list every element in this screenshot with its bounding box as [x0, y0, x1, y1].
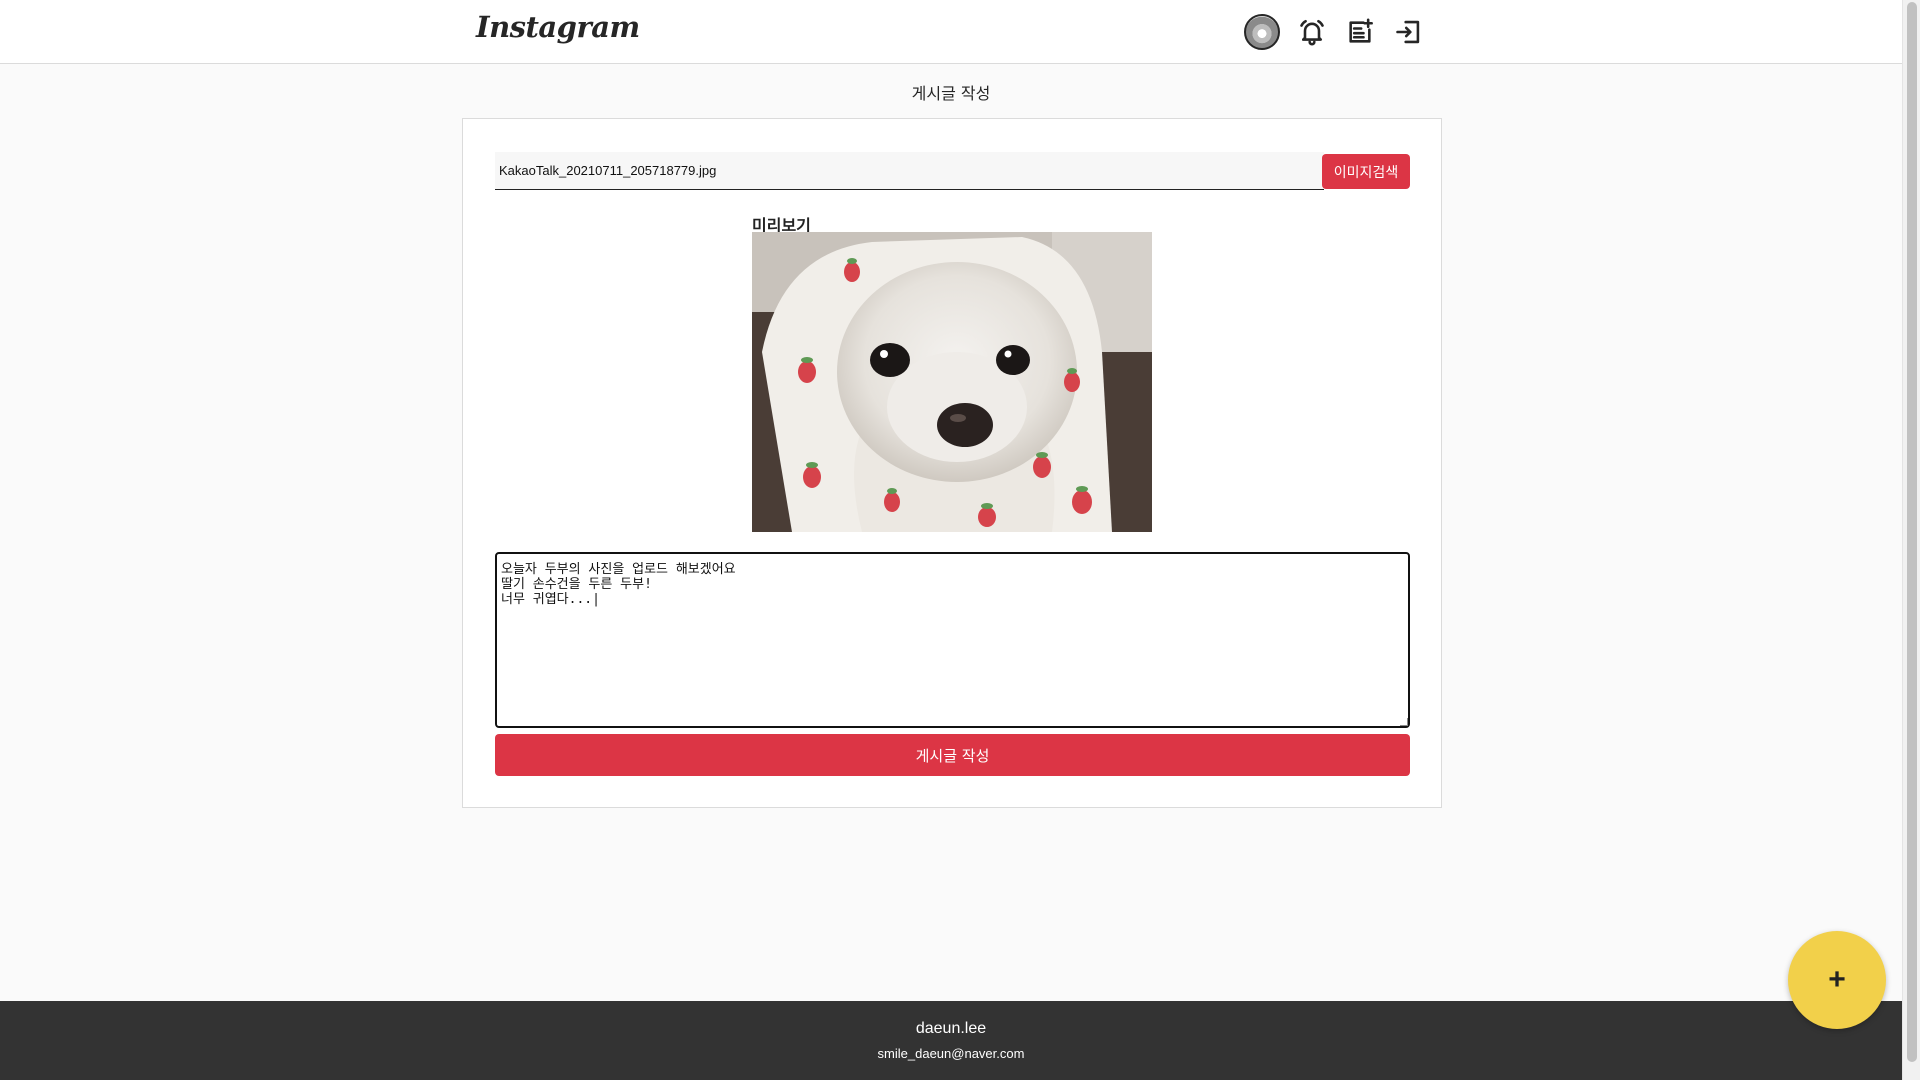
- new-post-icon: [1349, 18, 1373, 43]
- vertical-scrollbar[interactable]: [1902, 0, 1920, 1080]
- footer-username: daeun.lee: [915, 1020, 987, 1037]
- profile-avatar-button[interactable]: [1244, 14, 1280, 50]
- file-name-field[interactable]: KakaoTalk_20210711_205718779.jpg: [495, 152, 1324, 190]
- scrollbar-thumb[interactable]: [1907, 2, 1917, 1062]
- bell-icon: [1300, 19, 1324, 46]
- image-search-button[interactable]: 이미지검색: [1322, 154, 1410, 189]
- post-form-card: KakaoTalk_20210711_205718779.jpg 이미지검색 미…: [462, 118, 1442, 808]
- instagram-logo[interactable]: Instagram: [476, 10, 640, 44]
- avatar: [1244, 14, 1280, 50]
- post-content-textarea[interactable]: 오늘자 두부의 사진을 업로드 해보겠어요 딸기 손수건을 두른 두부! 너무 …: [495, 552, 1410, 728]
- new-post-button[interactable]: [1342, 14, 1378, 50]
- logout-icon: [1396, 20, 1420, 44]
- notification-button[interactable]: [1294, 14, 1330, 50]
- submit-post-button[interactable]: 게시글 작성: [495, 734, 1410, 776]
- footer-email: smile_daeun@naver.com: [877, 1046, 1025, 1061]
- floating-add-button[interactable]: +: [1788, 931, 1886, 1029]
- dog-photo: [752, 232, 1152, 532]
- logout-button[interactable]: [1390, 14, 1426, 50]
- top-navbar: Instagram: [0, 0, 1902, 64]
- footer: daeun.lee smile_daeun@naver.com: [0, 1001, 1902, 1080]
- resize-handle[interactable]: [1400, 718, 1408, 726]
- preview-image: [752, 232, 1152, 532]
- page-title: 게시글 작성: [911, 84, 991, 103]
